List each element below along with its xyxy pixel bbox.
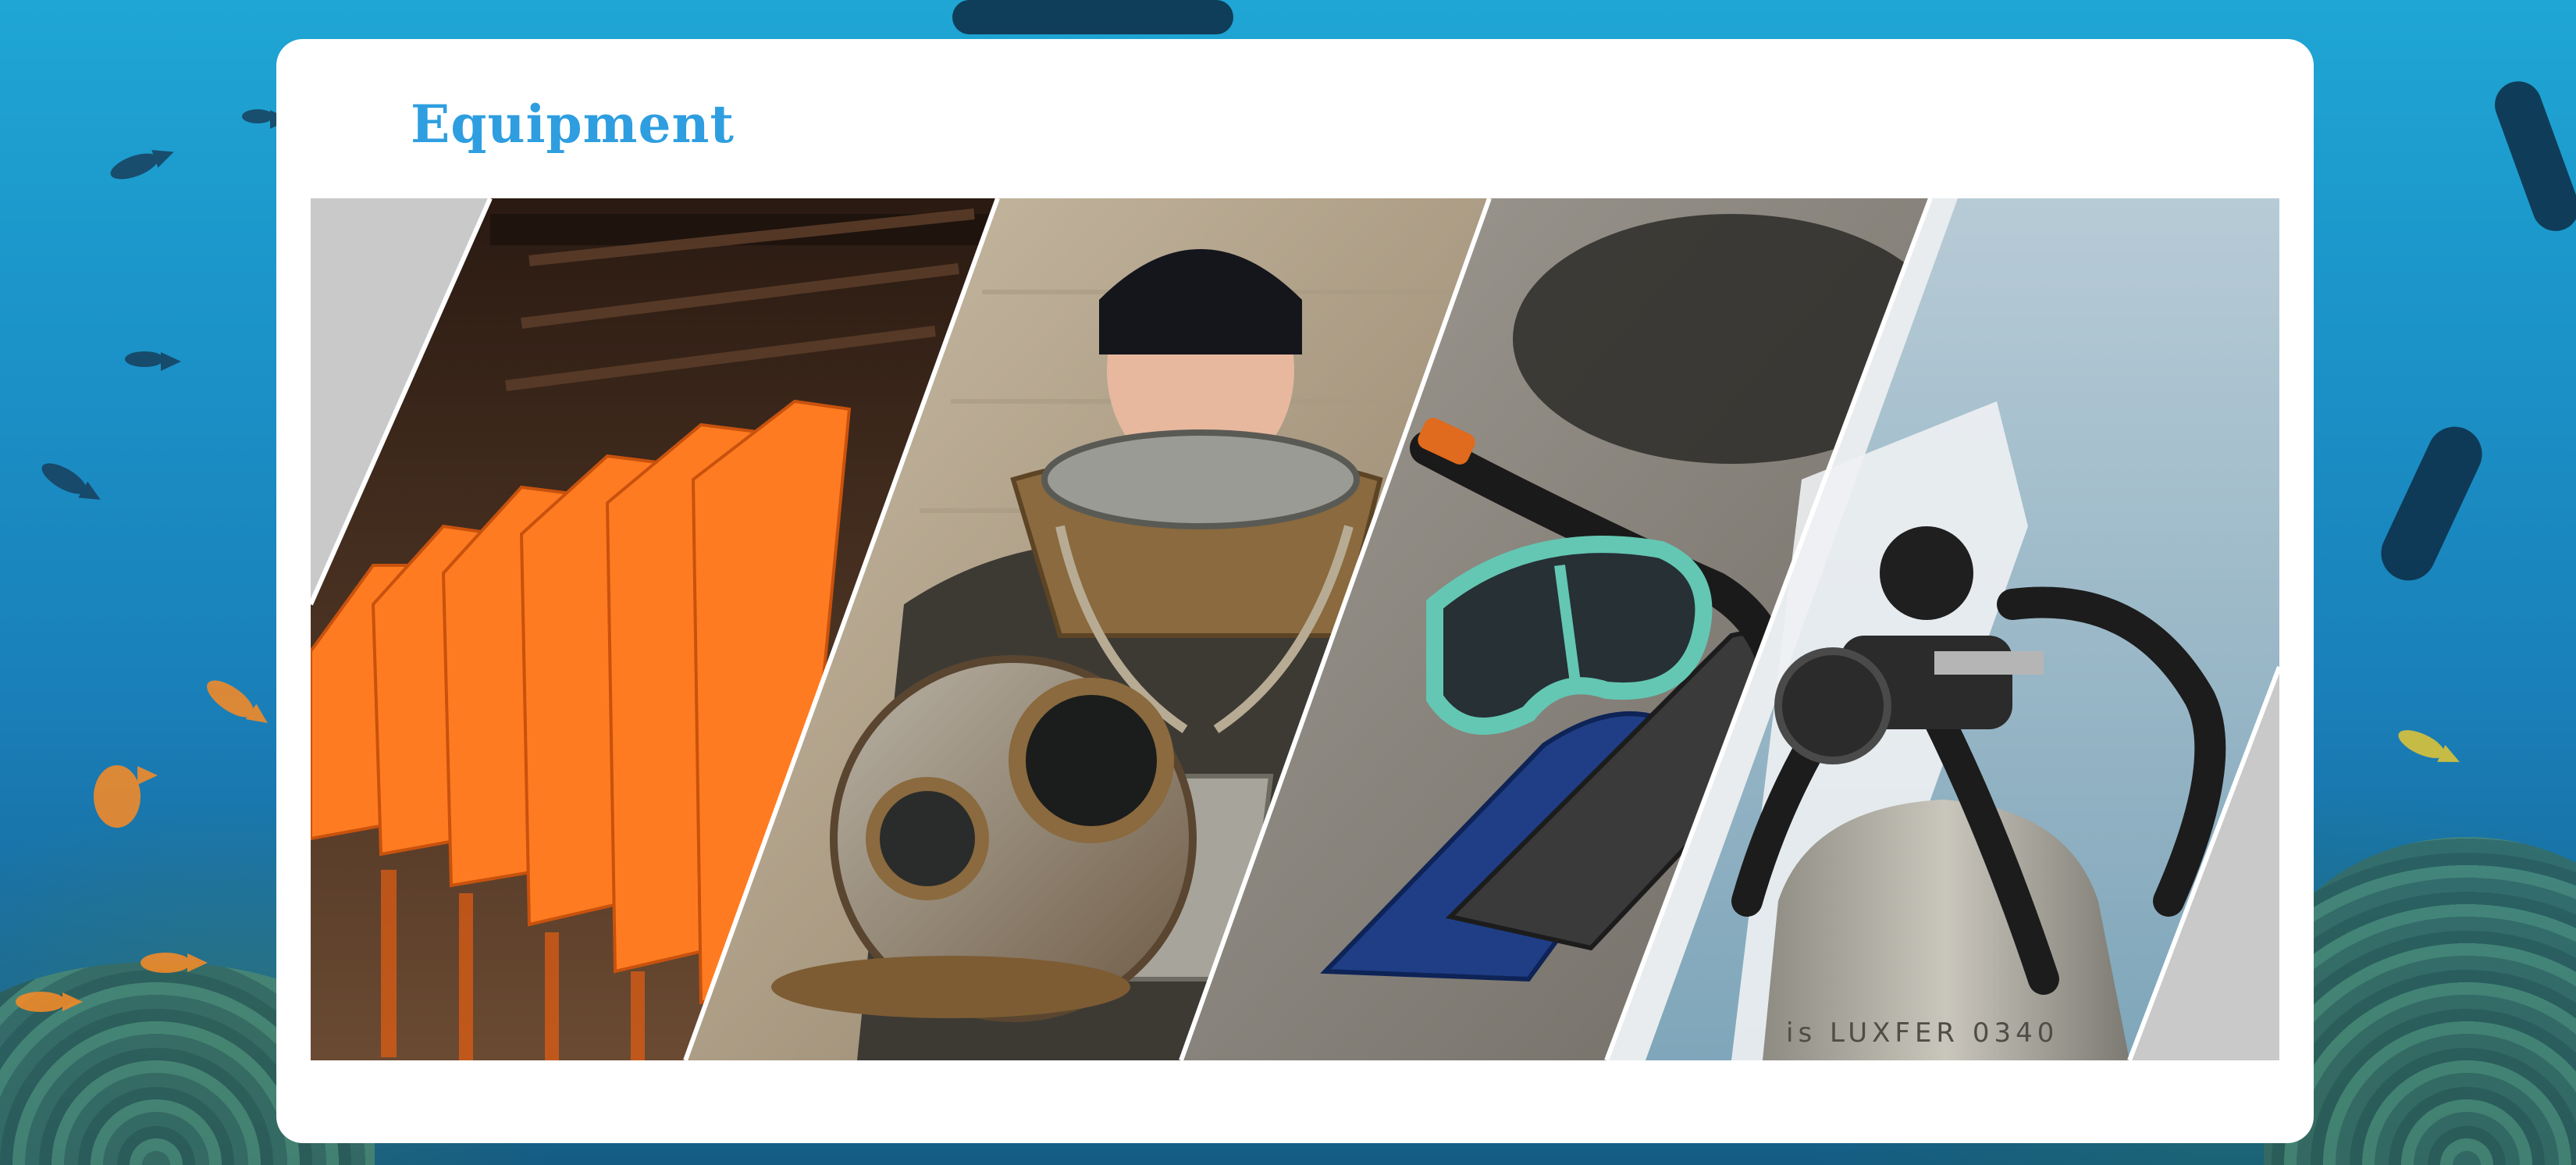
equipment-card: Equipment is LUXFER 0340 xyxy=(276,39,2314,1143)
fish xyxy=(201,673,260,725)
fish xyxy=(242,109,290,129)
diver-fin-right xyxy=(2371,418,2492,590)
fish xyxy=(2394,724,2449,764)
fish xyxy=(94,765,158,828)
fish xyxy=(125,351,181,371)
fish xyxy=(37,457,91,501)
equipment-gallery: is LUXFER 0340 xyxy=(311,198,2279,1060)
section-title: Equipment xyxy=(411,94,735,155)
diver-fin-top-right xyxy=(2488,74,2576,238)
tank-marking: is LUXFER 0340 xyxy=(1786,1017,2058,1049)
fish xyxy=(141,953,208,973)
fish xyxy=(107,148,162,185)
fish xyxy=(16,992,83,1012)
diver-silhouette-top xyxy=(952,0,1233,34)
